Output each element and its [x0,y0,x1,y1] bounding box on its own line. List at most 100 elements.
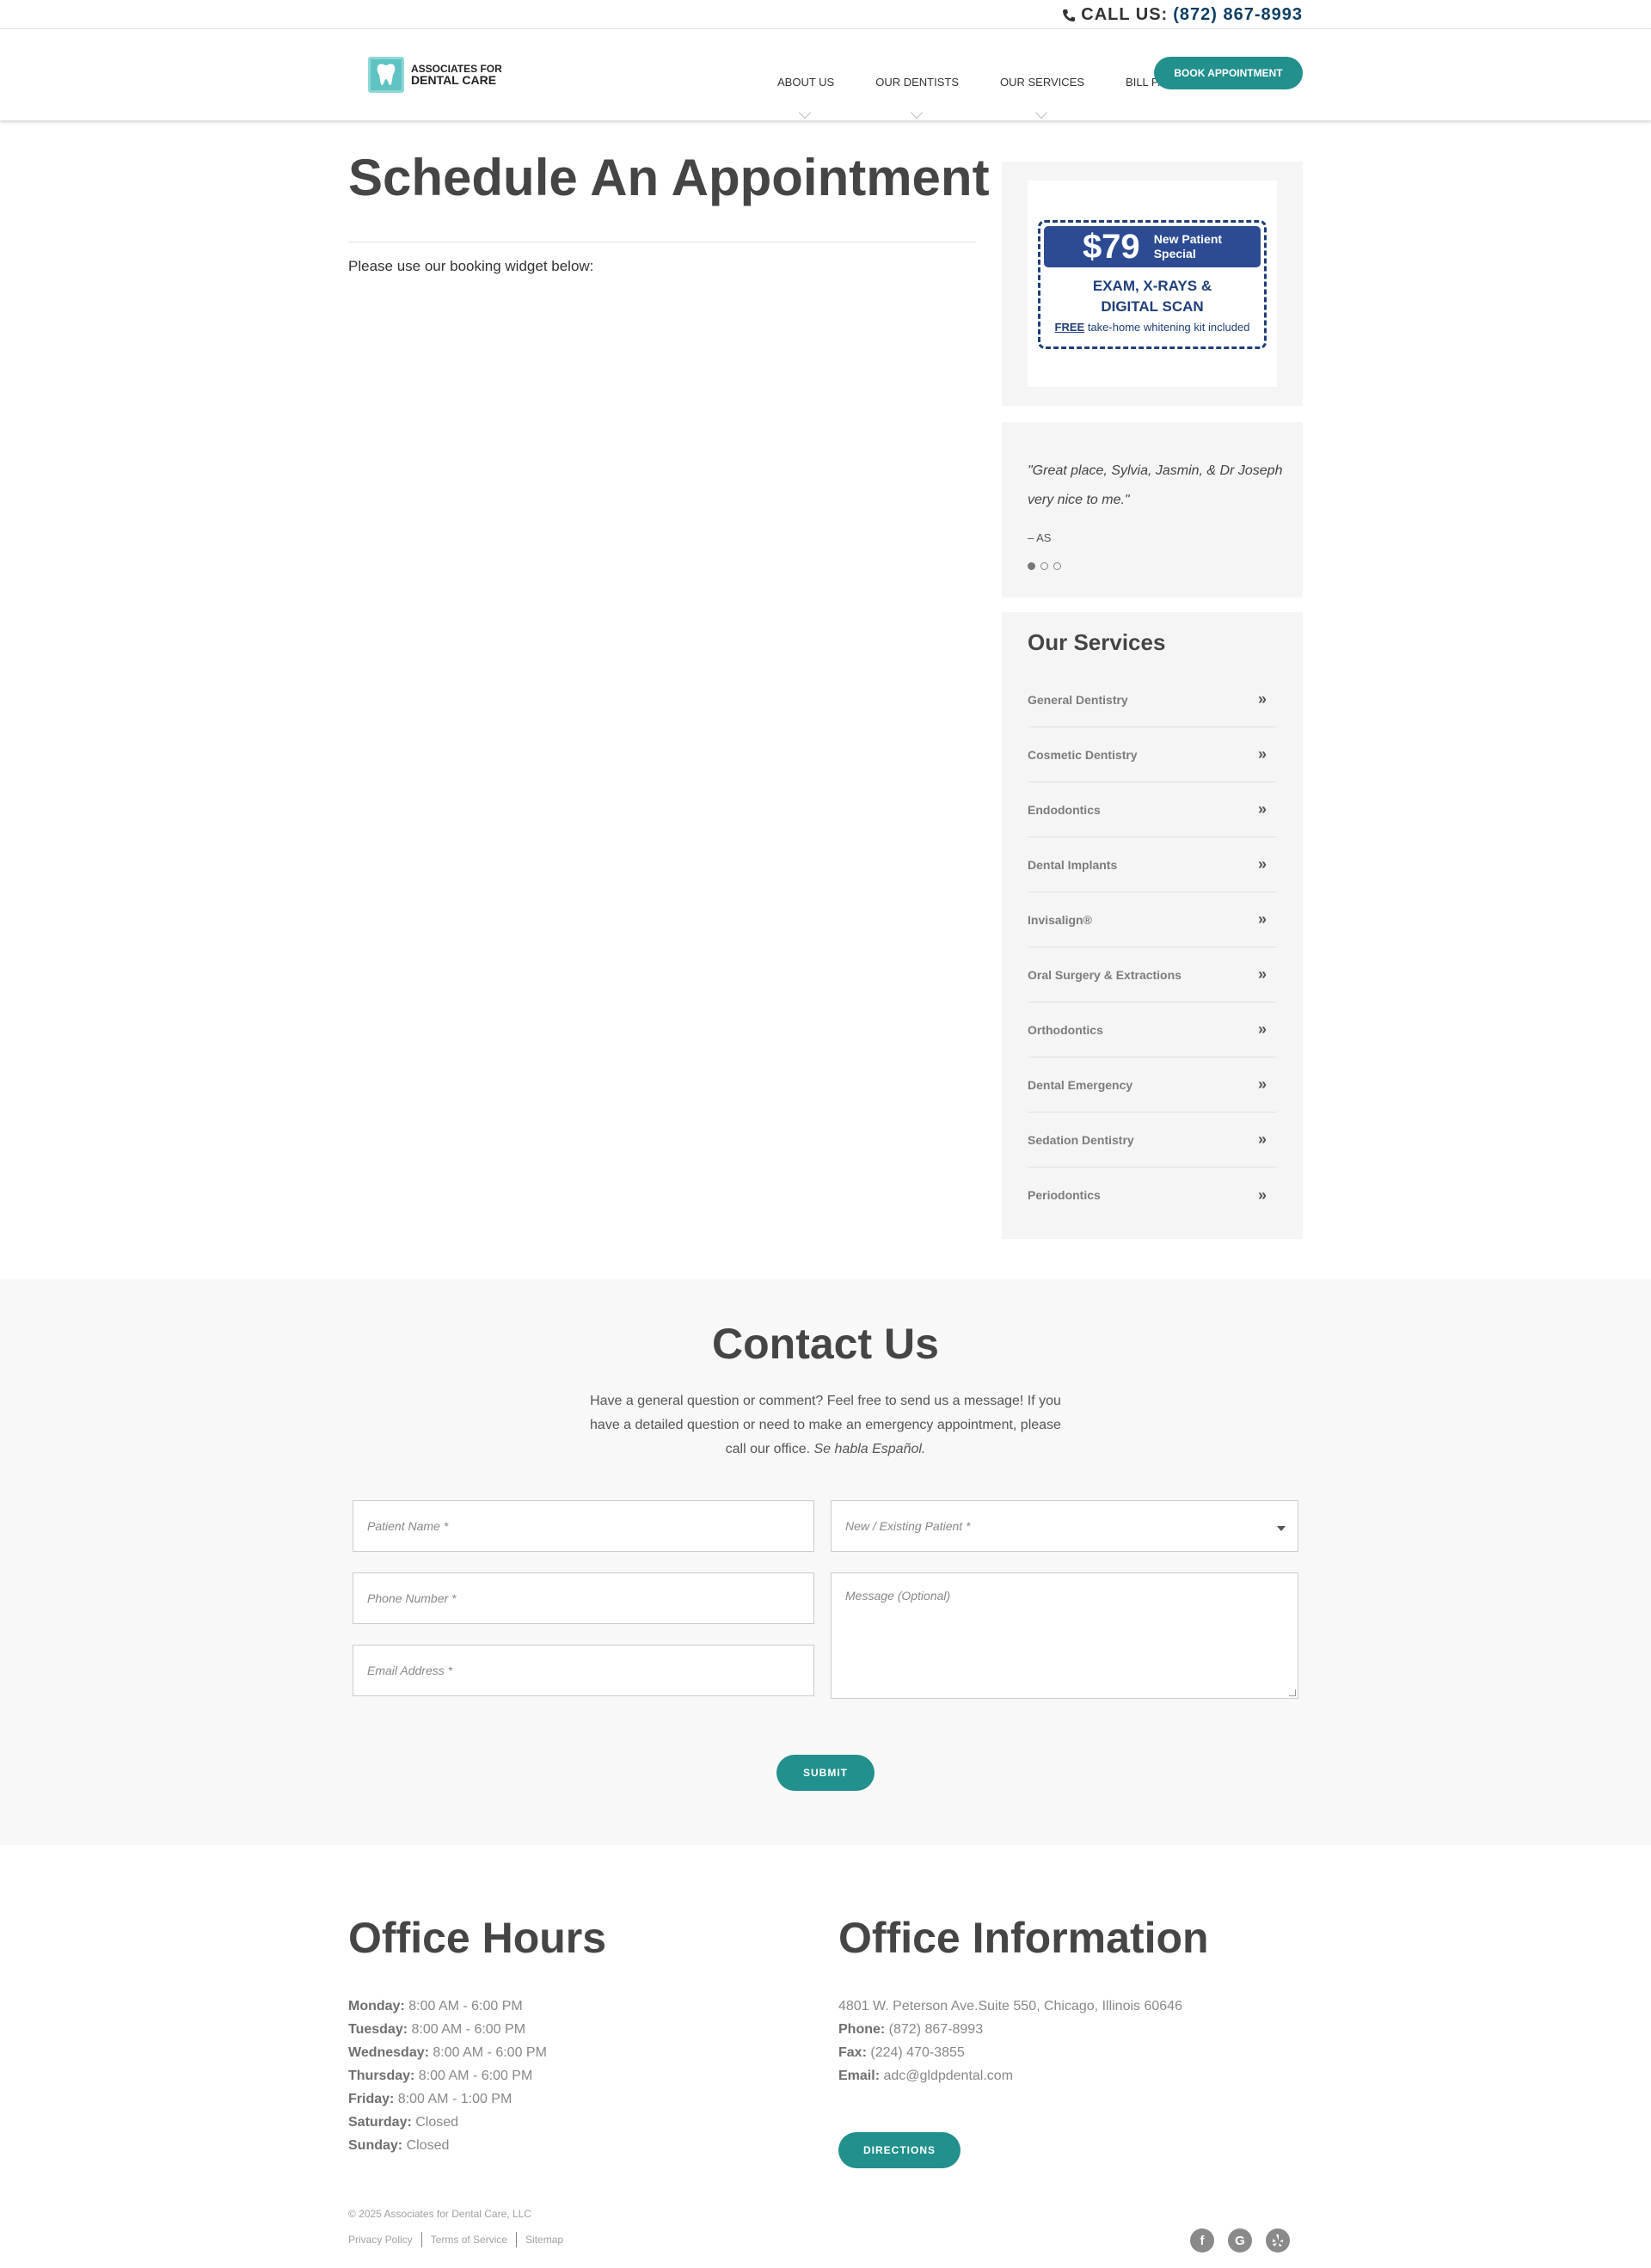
service-label: Invisalign® [1028,912,1092,927]
top-bar: CALL US: (872) 867-8993 [0,0,1651,29]
service-link-sedation-dentistry[interactable]: Sedation Dentistry » [1028,1113,1277,1168]
nav-our-services[interactable]: OUR SERVICES [979,65,1105,120]
terms-of-service-link[interactable]: Terms of Service [431,2234,507,2246]
office-info-list: 4801 W. Peterson Ave.Suite 550, Chicago,… [838,1995,1182,2087]
copyright: © 2025 Associates for Dental Care, LLC [348,2208,531,2220]
call-us[interactable]: CALL US: (872) 867-8993 [1062,5,1303,25]
logo-line-2: DENTAL CARE [411,73,497,87]
promo-panel: $79 New Patient Special EXAM, X-RAYS & D… [1002,162,1303,406]
office-phone-label: Phone: [838,2022,886,2037]
office-email-link[interactable]: adc@gldpdental.com [883,2069,1013,2083]
sitemap-link[interactable]: Sitemap [525,2234,563,2246]
service-link-cosmetic-dentistry[interactable]: Cosmetic Dentistry » [1028,727,1277,782]
nav-label: ABOUT US [777,76,835,89]
phone-number-field[interactable]: Phone Number * [353,1572,814,1624]
email-address-field[interactable]: Email Address * [353,1645,814,1696]
page-title: Schedule An Appointment [348,149,990,206]
directions-button[interactable]: DIRECTIONS [838,2132,961,2168]
logo-text: ASSOCIATES FOR DENTAL CARE [411,64,502,87]
patient-type-placeholder: New / Existing Patient * [845,1519,971,1533]
testimonial-quote: "Great place, Sylvia, Jasmin, & Dr Josep… [1028,463,1283,507]
yelp-icon[interactable] [1266,2228,1290,2253]
nav-label: OUR DENTISTS [875,76,960,89]
service-label: Endodontics [1028,802,1101,817]
service-link-periodontics[interactable]: Periodontics » [1028,1168,1277,1223]
double-chevron-right-icon: » [1257,855,1267,873]
testimonial-panel: "Great place, Sylvia, Jasmin, & Dr Josep… [1002,422,1303,598]
google-icon[interactable]: G [1228,2228,1252,2253]
patient-name-field[interactable]: Patient Name * [353,1500,814,1552]
phone-icon [1063,9,1076,21]
carousel-dot-1[interactable] [1028,562,1035,570]
hours-time: 8:00 AM - 6:00 PM [408,1999,523,2014]
chevron-down-icon [910,106,923,120]
hours-row-tuesday: Tuesday: 8:00 AM - 6:00 PM [348,2018,547,2041]
office-info-title: Office Information [838,1914,1209,1962]
submit-button[interactable]: SUBMIT [776,1755,875,1791]
service-link-general-dentistry[interactable]: General Dentistry » [1028,672,1277,727]
office-fax: (224) 470-3855 [870,2045,965,2060]
hours-time: Closed [406,2138,450,2153]
hours-time: 8:00 AM - 6:00 PM [433,2045,547,2060]
service-link-endodontics[interactable]: Endodontics » [1028,782,1277,837]
service-label: Dental Implants [1028,857,1118,872]
office-fax-row: Fax: (224) 470-3855 [838,2041,1182,2064]
contact-intro-spanish: Se habla Español. [813,1442,926,1456]
double-chevron-right-icon: » [1257,1131,1267,1148]
service-label: General Dentistry [1028,692,1128,707]
nav-our-dentists[interactable]: OUR DENTISTS [855,65,979,120]
book-appointment-button[interactable]: BOOK APPOINTMENT [1154,57,1303,89]
coupon-free-word: FREE [1054,321,1085,334]
double-chevron-right-icon: » [1257,965,1267,983]
call-us-phone[interactable]: (872) 867-8993 [1173,5,1303,25]
phone-number-placeholder: Phone Number * [367,1591,457,1605]
service-link-orthodontics[interactable]: Orthodontics » [1028,1002,1277,1057]
service-label: Oral Surgery & Extractions [1028,967,1181,982]
service-link-invisalign[interactable]: Invisalign® » [1028,892,1277,947]
hours-time: Closed [415,2115,459,2130]
carousel-dot-3[interactable] [1053,562,1061,570]
service-link-oral-surgery[interactable]: Oral Surgery & Extractions » [1028,947,1277,1002]
carousel-dot-2[interactable] [1040,562,1048,570]
office-phone-link[interactable]: (872) 867-8993 [889,2022,983,2037]
contact-title: Contact Us [712,1320,939,1368]
site-logo[interactable]: ASSOCIATES FOR DENTAL CARE [368,57,502,93]
privacy-policy-link[interactable]: Privacy Policy [348,2234,413,2246]
office-hours-title: Office Hours [348,1914,607,1962]
patient-type-select[interactable]: New / Existing Patient * [831,1500,1298,1552]
services-list: General Dentistry » Cosmetic Dentistry » E… [1028,672,1277,1223]
main-nav: ABOUT US OUR DENTISTS OUR SERVICES BILL … [757,65,1193,120]
message-textarea[interactable]: Message (Optional) [831,1572,1298,1699]
site-header: ASSOCIATES FOR DENTAL CARE ABOUT US OUR … [0,29,1651,120]
new-patient-coupon: $79 New Patient Special EXAM, X-RAYS & D… [1038,220,1267,349]
double-chevron-right-icon: » [1257,1186,1267,1204]
office-hours-list: Monday: 8:00 AM - 6:00 PM Tuesday: 8:00 … [348,1995,547,2157]
double-chevron-right-icon: » [1257,745,1267,763]
hours-day: Tuesday: [348,2022,408,2037]
office-address: 4801 W. Peterson Ave.Suite 550, Chicago,… [838,1999,1182,2014]
coupon-band: $79 New Patient Special [1044,226,1261,267]
resize-handle-icon[interactable] [1289,1689,1296,1696]
carousel-dots [1028,562,1061,570]
chevron-down-icon [799,106,812,120]
coupon-offer: EXAM, X-RAYS & DIGITAL SCAN [1040,276,1264,317]
hours-day: Thursday: [348,2069,415,2083]
promo-card[interactable]: $79 New Patient Special EXAM, X-RAYS & D… [1028,181,1277,387]
booking-intro: Please use our booking widget below: [348,258,594,274]
service-link-dental-emergency[interactable]: Dental Emergency » [1028,1057,1277,1113]
nav-about-us[interactable]: ABOUT US [757,65,855,120]
office-email-row: Email: adc@gldpdental.com [838,2064,1182,2087]
hours-day: Friday: [348,2092,395,2106]
legal-links: Privacy Policy Terms of Service Sitemap [348,2232,563,2247]
tooth-icon [368,57,404,93]
hours-time: 8:00 AM - 6:00 PM [418,2069,533,2083]
service-link-dental-implants[interactable]: Dental Implants » [1028,837,1277,892]
patient-name-placeholder: Patient Name * [367,1519,449,1533]
coupon-sub-line-1: New Patient [1153,232,1223,246]
divider [516,2232,518,2247]
office-phone-row: Phone: (872) 867-8993 [838,2018,1182,2041]
divider [420,2232,422,2247]
double-chevron-right-icon: » [1257,1021,1267,1038]
facebook-icon[interactable]: f [1190,2228,1214,2253]
double-chevron-right-icon: » [1257,1076,1267,1093]
